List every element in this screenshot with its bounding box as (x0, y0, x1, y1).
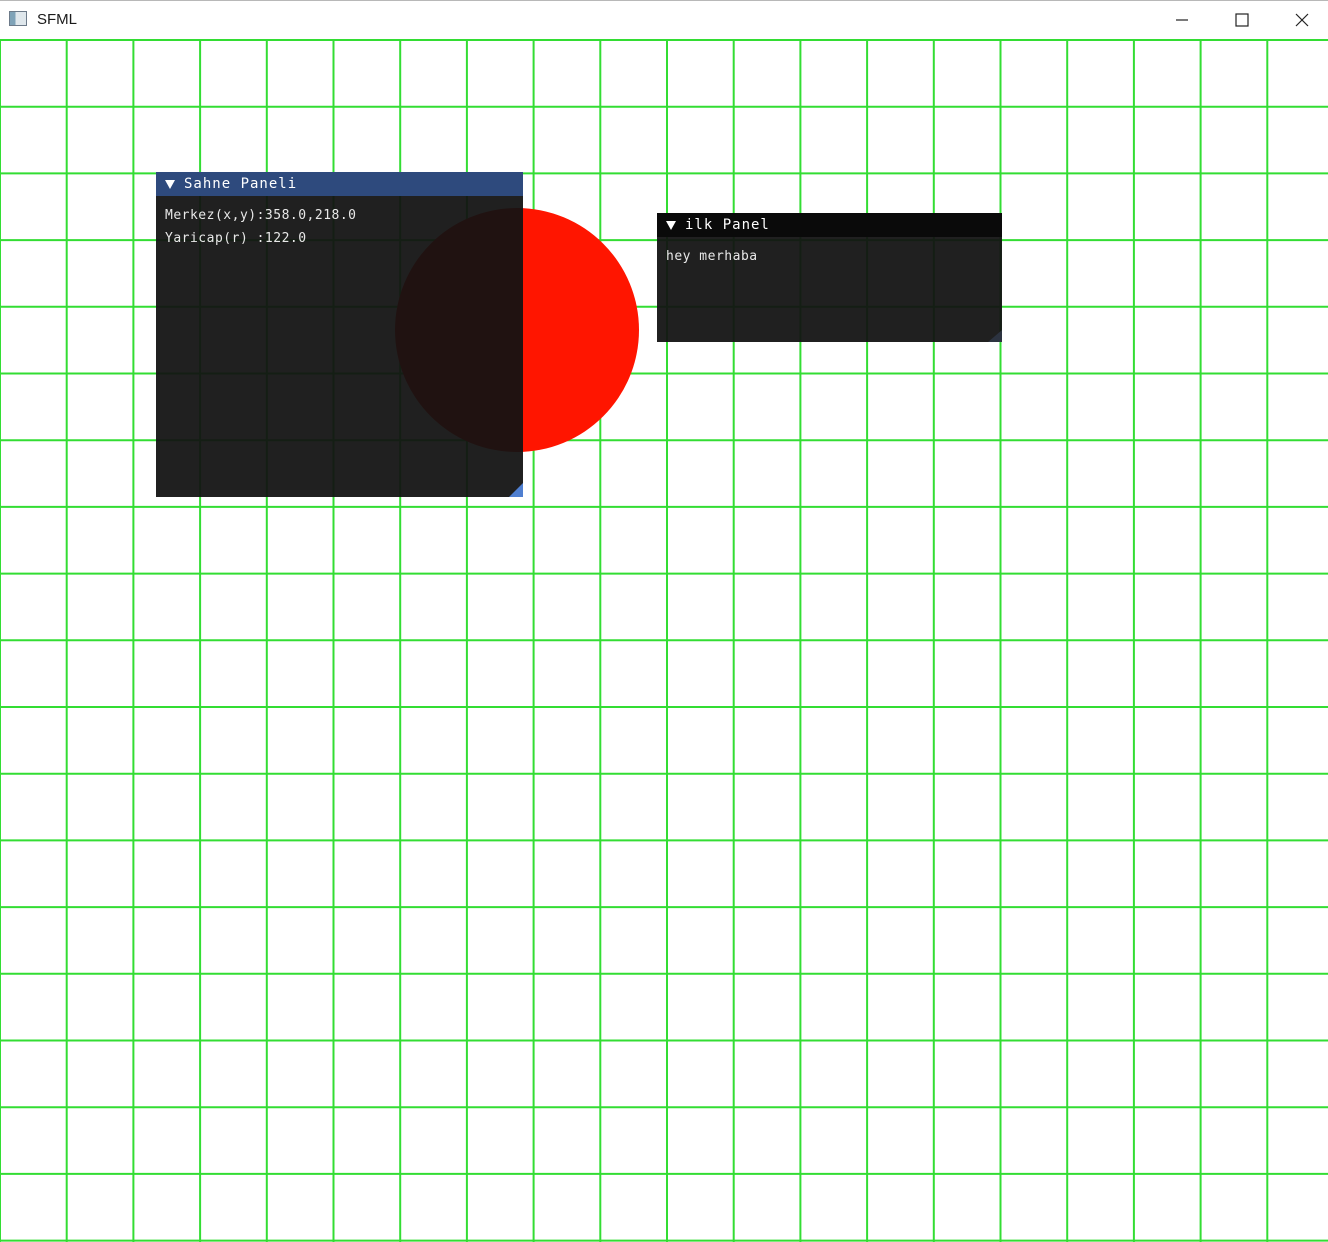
collapse-arrow-icon[interactable] (666, 220, 676, 230)
ilk-panel-title: ilk Panel (685, 217, 770, 233)
maximize-button[interactable] (1212, 1, 1272, 39)
greeting-text: hey merhaba (666, 249, 758, 264)
radius-readout: Yaricap(r) :122.0 (165, 231, 307, 246)
ilk-panel[interactable]: ilk Panel hey merhaba (657, 213, 1002, 342)
resize-grip-icon[interactable] (988, 330, 1002, 342)
sahne-panel[interactable]: Sahne Paneli Merkez(x,y):358.0,218.0 Yar… (156, 172, 523, 497)
collapse-arrow-icon[interactable] (165, 179, 175, 189)
minimize-button[interactable] (1152, 1, 1212, 39)
minimize-icon (1176, 19, 1188, 21)
ilk-panel-body: hey merhaba (657, 237, 1002, 276)
close-button[interactable] (1272, 1, 1328, 39)
render-canvas[interactable]: Sahne Paneli Merkez(x,y):358.0,218.0 Yar… (0, 39, 1328, 1242)
resize-grip-icon[interactable] (509, 483, 523, 497)
sfml-window: SFML Sahne Paneli Merkez(x,y):358.0,218.… (0, 0, 1328, 1242)
window-app-icon (9, 11, 27, 26)
sahne-panel-header[interactable]: Sahne Paneli (156, 172, 523, 196)
window-title: SFML (37, 11, 78, 28)
ilk-panel-header[interactable]: ilk Panel (657, 213, 1002, 237)
title-bar[interactable]: SFML (0, 0, 1328, 39)
close-icon (1295, 13, 1309, 27)
sahne-panel-title: Sahne Paneli (184, 176, 298, 192)
center-readout: Merkez(x,y):358.0,218.0 (165, 208, 357, 223)
sahne-panel-body: Merkez(x,y):358.0,218.0 Yaricap(r) :122.… (156, 196, 523, 258)
maximize-icon (1235, 13, 1249, 27)
